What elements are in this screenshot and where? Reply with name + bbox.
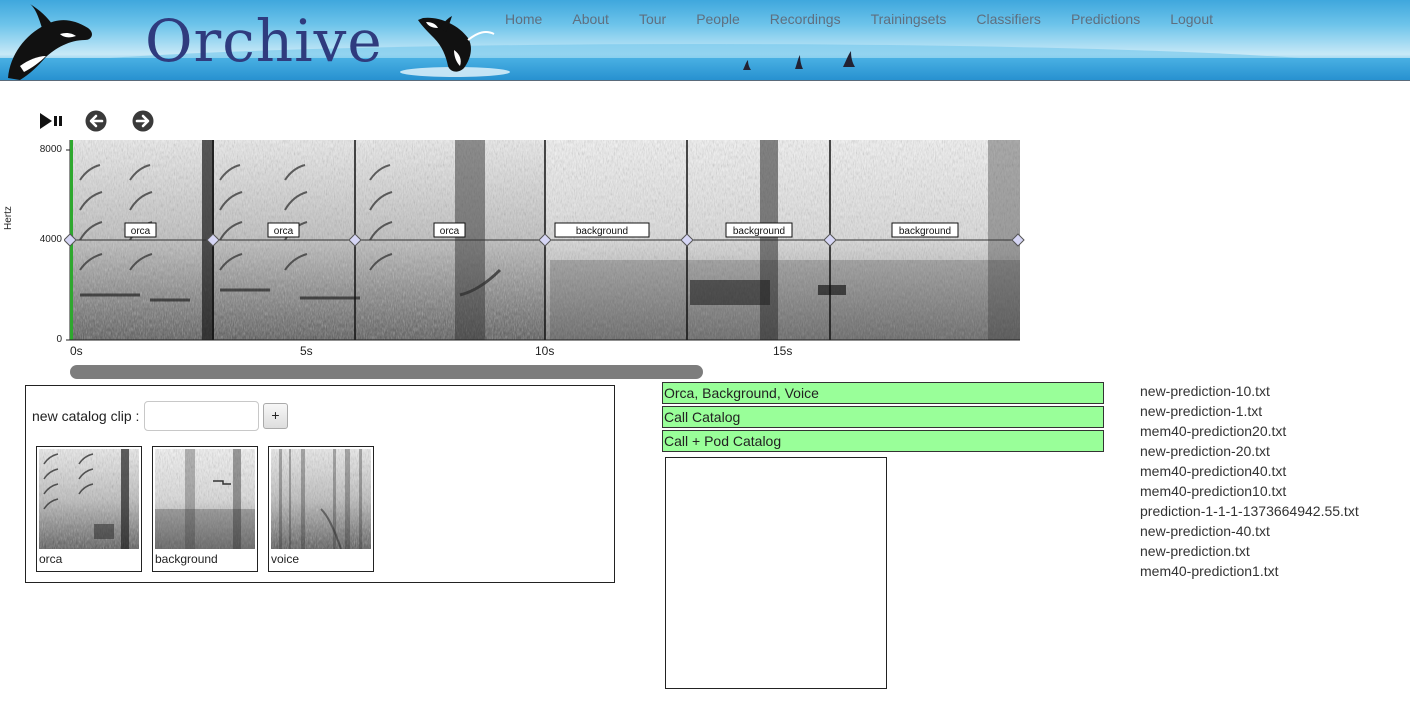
main-nav: Home About Tour People Recordings Traini… <box>505 10 1243 28</box>
segment-label[interactable]: background <box>576 226 628 237</box>
segment-label[interactable]: orca <box>274 226 294 237</box>
y-axis-label: Hertz <box>3 206 14 230</box>
catalog-panel: new catalog clip : + orca background voi… <box>25 385 615 583</box>
prediction-list: new-prediction-10.txt new-prediction-1.t… <box>1140 381 1359 581</box>
y-tick: 0 <box>56 334 62 345</box>
x-tick: 0s <box>70 344 83 358</box>
site-header: Orchive Home About Tour People Recording… <box>0 0 1410 81</box>
catalog-clip[interactable]: orca <box>36 446 142 572</box>
segment-label[interactable]: background <box>899 226 951 237</box>
y-tick: 4000 <box>39 234 62 245</box>
prediction-item[interactable]: mem40-prediction10.txt <box>1140 481 1359 501</box>
nav-trainingsets[interactable]: Trainingsets <box>871 10 947 28</box>
catalog-label: new catalog clip : <box>32 408 140 424</box>
nav-logout[interactable]: Logout <box>1170 10 1213 28</box>
nav-recordings[interactable]: Recordings <box>770 10 841 28</box>
nav-about[interactable]: About <box>572 10 609 28</box>
orca-logo-icon <box>8 4 92 80</box>
play-pause-icon[interactable] <box>39 110 63 132</box>
nav-people[interactable]: People <box>696 10 740 28</box>
fin-icon <box>743 60 751 70</box>
fin-icon <box>795 55 803 69</box>
x-tick: 5s <box>300 344 313 358</box>
catalog-clip[interactable]: voice <box>268 446 374 572</box>
segment-label[interactable]: orca <box>440 226 460 237</box>
prediction-item[interactable]: new-prediction-20.txt <box>1140 441 1359 461</box>
prediction-item[interactable]: new-prediction.txt <box>1140 541 1359 561</box>
x-tick: 15s <box>773 344 793 358</box>
site-logo[interactable]: Orchive <box>145 6 383 76</box>
prediction-item[interactable]: mem40-prediction20.txt <box>1140 421 1359 441</box>
scrollbar-thumb[interactable] <box>70 365 703 379</box>
nav-home[interactable]: Home <box>505 10 542 28</box>
y-tick: 8000 <box>39 144 62 155</box>
nav-classifiers[interactable]: Classifiers <box>976 10 1041 28</box>
x-tick: 10s <box>535 344 555 358</box>
clip-label: orca <box>39 552 63 566</box>
prediction-item[interactable]: mem40-prediction1.txt <box>1140 561 1359 581</box>
segment-label[interactable]: background <box>733 226 785 237</box>
prediction-item[interactable]: prediction-1-1-1-1373664942.55.txt <box>1140 501 1359 521</box>
classifier-button[interactable]: Orca, Background, Voice <box>662 382 1104 404</box>
prediction-item[interactable]: mem40-prediction40.txt <box>1140 461 1359 481</box>
prediction-item[interactable]: new-prediction-1.txt <box>1140 401 1359 421</box>
prediction-item[interactable]: new-prediction-40.txt <box>1140 521 1359 541</box>
clip-label: background <box>155 552 218 566</box>
clip-thumbnail <box>39 449 139 549</box>
segment-annotations: orca orca orca background background bac… <box>64 140 1025 341</box>
prediction-item[interactable]: new-prediction-10.txt <box>1140 381 1359 401</box>
catalog-clip-input[interactable] <box>144 401 259 431</box>
nav-predictions[interactable]: Predictions <box>1071 10 1140 28</box>
classifier-button[interactable]: Call Catalog <box>662 406 1104 428</box>
nav-tour[interactable]: Tour <box>639 10 666 28</box>
clip-label: voice <box>271 552 300 566</box>
classifier-output-panel <box>665 457 887 689</box>
clip-thumbnail <box>271 449 371 549</box>
prev-arrow-icon[interactable] <box>85 110 107 132</box>
catalog-clip[interactable]: background <box>152 446 258 572</box>
add-catalog-clip-button[interactable]: + <box>263 403 288 429</box>
classifier-button[interactable]: Call + Pod Catalog <box>662 430 1104 452</box>
next-arrow-icon[interactable] <box>132 110 154 132</box>
clip-thumbnail <box>155 449 255 549</box>
jumping-orca-icon <box>400 16 510 77</box>
fin-icon <box>843 51 855 67</box>
segment-label[interactable]: orca <box>131 226 151 237</box>
